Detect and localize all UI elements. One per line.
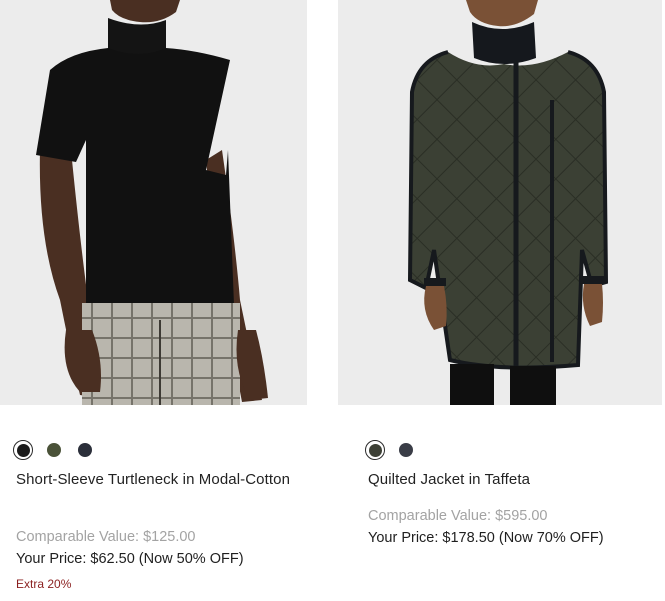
your-price: Your Price: $62.50 (Now 50% OFF) (16, 551, 244, 567)
color-swatches (365, 440, 430, 460)
swatch-navy[interactable] (399, 443, 413, 457)
product-name[interactable]: Quilted Jacket in Taffeta (368, 469, 648, 491)
comparable-value: Comparable Value: $595.00 (368, 508, 548, 524)
promo-badge: Extra 20% (16, 577, 72, 591)
swatch-dark-olive[interactable] (365, 440, 385, 460)
product-name[interactable]: Short-Sleeve Turtleneck in Modal-Cotton (16, 469, 291, 491)
swatch-black[interactable] (13, 440, 33, 460)
comparable-value: Comparable Value: $125.00 (16, 529, 196, 545)
product-image-turtleneck[interactable] (0, 0, 307, 405)
your-price: Your Price: $178.50 (Now 70% OFF) (368, 530, 604, 546)
product-image-quilted-jacket[interactable] (338, 0, 662, 405)
color-swatches (13, 440, 109, 460)
swatch-navy[interactable] (78, 443, 92, 457)
swatch-olive[interactable] (47, 443, 61, 457)
